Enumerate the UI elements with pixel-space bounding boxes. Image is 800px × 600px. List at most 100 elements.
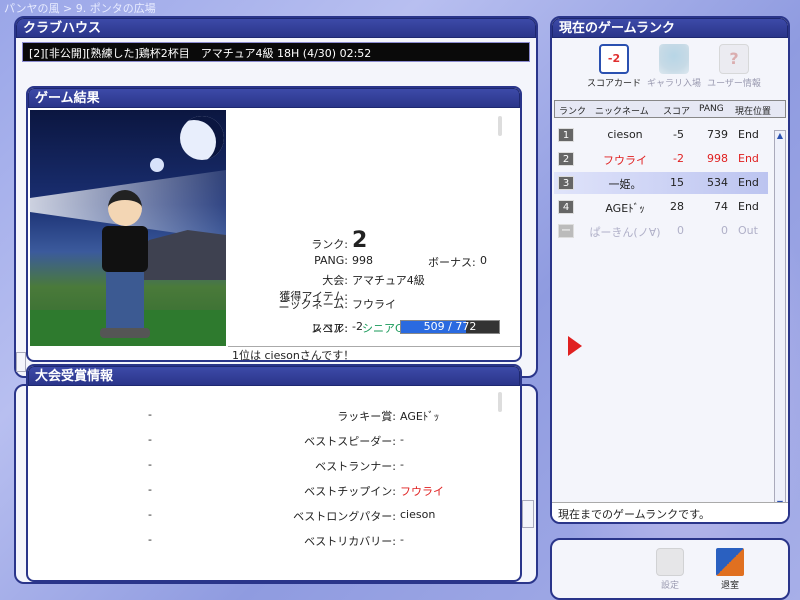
rank-number-badge: 3 [558, 176, 574, 190]
award-row: - ベストリカバリー: - [28, 533, 508, 549]
award-value: - [400, 458, 404, 471]
award-value: cieson [400, 508, 436, 521]
level-label: レベル: [311, 322, 348, 335]
award-left-value: - [148, 483, 152, 496]
result-footer: 1位は ciesonさんです！ [228, 346, 520, 360]
pang-label: PANG: [314, 254, 348, 267]
userinfo-icon: ? [719, 44, 749, 74]
award-label: ベストリカバリー: [304, 535, 396, 548]
rank-row[interactable]: 2 フウライ -2 998 End [554, 148, 768, 170]
level-row: レベル: シニアC 509 / 772 [228, 320, 520, 336]
rank-score: 0 [677, 224, 684, 237]
rank-footer: 現在までのゲームランクです。 [552, 502, 788, 522]
award-label: ベストランナー: [315, 460, 396, 473]
rank-row[interactable]: 1 cieson -5 739 End [554, 124, 768, 146]
cursor-arrow-icon [568, 336, 582, 356]
awards-title: 大会受賞情報 [28, 366, 520, 386]
level-progress-text: 509 / 772 [423, 320, 477, 333]
award-row: - ベストチップイン: フウライ [28, 483, 508, 499]
pang-value: 998 [352, 254, 373, 267]
scorecard-button[interactable]: -2 スコアカード [584, 40, 644, 94]
golfer-character [94, 190, 154, 340]
settings-label: 設定 [660, 581, 679, 591]
settings-button[interactable]: 設定 [648, 548, 692, 598]
rank-pang: 0 [721, 224, 728, 237]
rank-score: 28 [670, 200, 684, 213]
item-label: 獲得アイテム: [279, 290, 348, 303]
breadcrumb: パンヤの風 > 9. ポンタの広場 [4, 2, 156, 15]
bottom-action-panel: 設定 退室 [550, 538, 790, 600]
rank-toolbar: -2 スコアカード ギャラリ入場 ? ユーザー情報 [552, 40, 788, 96]
scorecard-icon: -2 [599, 44, 629, 74]
scroll-up-icon[interactable]: ▲ [776, 131, 784, 141]
result-info-lower: PANG: 998 ボーナス: 0 獲得アイテム: レベル: シニアC 509 … [228, 88, 520, 346]
rank-pang: 534 [707, 176, 728, 189]
exit-door-icon [716, 548, 744, 576]
game-rank-panel: 現在のゲームランク -2 スコアカード ギャラリ入場 ? ユーザー情報 ランク … [550, 16, 790, 524]
pang-row: PANG: 998 ボーナス: 0 [228, 254, 520, 270]
rank-list: 1 cieson -5 739 End 2 フウライ -2 998 End 3 一姫。 15 534 End… [554, 124, 772, 504]
award-left-value: - [148, 408, 152, 421]
rank-scrollbar[interactable]: ▲ ▼ [774, 130, 786, 510]
award-label: ベストチップイン: [304, 485, 396, 498]
award-value: フウライ [400, 485, 444, 498]
rank-score: -5 [673, 128, 684, 141]
rank-pang: 739 [707, 128, 728, 141]
small-moon-graphic [150, 158, 164, 172]
header-score: スコア [663, 107, 691, 117]
result-scroll-indicator[interactable] [498, 116, 502, 136]
rank-position: Out [738, 224, 758, 237]
exit-button[interactable]: 退室 [708, 548, 752, 598]
moon-graphic [180, 116, 224, 160]
rank-row[interactable]: ーぱーきん(ノ∀) 0 0 Out [554, 220, 768, 242]
clubhouse-title: クラブハウス [16, 18, 536, 38]
award-left-value: - [148, 508, 152, 521]
level-progress-bar: 509 / 772 [400, 320, 500, 334]
rank-number-badge: 1 [558, 128, 574, 142]
level-grade: シニアC [362, 322, 403, 335]
rank-position: End [738, 152, 759, 165]
award-value: - [400, 433, 404, 446]
award-label: ラッキー賞: [337, 410, 396, 423]
game-rank-title: 現在のゲームランク [552, 18, 788, 38]
rank-score: 15 [670, 176, 684, 189]
rank-number-badge: ー [558, 224, 574, 238]
item-row: 獲得アイテム: [228, 288, 520, 304]
panel-scrollbar-stub[interactable] [522, 500, 534, 528]
bonus-label: ボーナス: [428, 256, 476, 269]
award-left-value: - [148, 533, 152, 546]
scorecard-label: スコアカード [586, 79, 641, 89]
rank-row[interactable]: 3 一姫。 15 534 End [554, 172, 768, 194]
room-info-bar: [2][非公開][熟練した]鶏杯2杯目 アマチュア4級 18H (4/30) 0… [22, 42, 530, 62]
rank-row[interactable]: 4 AGEﾄﾞｯ 28 74 End [554, 196, 768, 218]
bonus-value: 0 [480, 254, 487, 267]
header-position: 現在位置 [735, 107, 772, 117]
award-value: AGEﾄﾞｯ [400, 410, 440, 423]
settings-icon [656, 548, 684, 576]
header-nickname: ニックネーム [595, 107, 649, 117]
award-label: ベストスピーダー: [304, 435, 396, 448]
rank-pang: 74 [714, 200, 728, 213]
userinfo-button[interactable]: ? ユーザー情報 [704, 40, 764, 94]
award-left-value: - [148, 433, 152, 446]
header-rank: ランク [559, 107, 587, 117]
exit-label: 退室 [720, 581, 739, 591]
rank-position: End [738, 176, 759, 189]
awards-window: 大会受賞情報 - ラッキー賞: AGEﾄﾞｯ - ベストスピーダー: - - ベストランナー:… [26, 364, 522, 582]
userinfo-label: ユーザー情報 [707, 79, 761, 89]
rank-position: End [738, 128, 759, 141]
rank-table-header: ランク ニックネーム スコア PANG 現在位置 [554, 100, 786, 118]
header-pang: PANG [699, 104, 724, 114]
award-row: - ベストロングパター: cieson [28, 508, 508, 524]
rank-pang: 998 [707, 152, 728, 165]
rank-number-badge: 2 [558, 152, 574, 166]
gallery-button[interactable]: ギャラリ入場 [644, 40, 704, 94]
rank-position: End [738, 200, 759, 213]
gallery-label: ギャラリ入場 [646, 79, 701, 89]
award-left-value: - [148, 458, 152, 471]
character-portrait [30, 110, 226, 346]
award-row: - ベストスピーダー: - [28, 433, 508, 449]
game-result-window: ゲーム結果 ランク: 2 大会: アマチュア4級 ニックネーム: フウライ スコ… [26, 86, 522, 362]
panel-edge-left [16, 352, 26, 372]
award-value: - [400, 533, 404, 546]
